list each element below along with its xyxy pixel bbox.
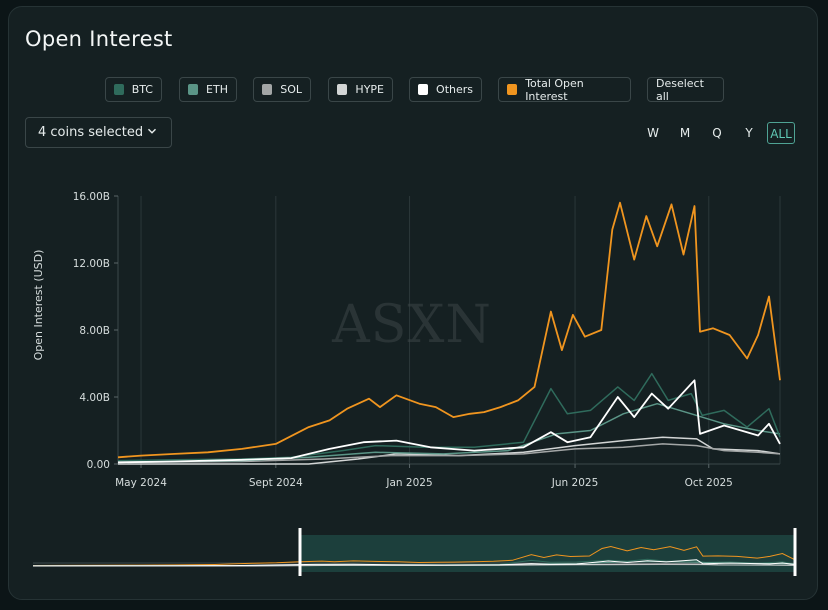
open-interest-chart: ASXN 16.00B 12.00B 8.00B 4.00B 0.00 May 2024… [32,191,797,576]
series-line-eth [117,402,781,464]
series-line-others [117,379,781,464]
y-tick-label: 8.00B [79,325,110,337]
y-axis-label: Open Interest (USD) [32,250,45,361]
navigator-right-handle[interactable] [793,528,797,576]
y-tick-label: 4.00B [79,392,110,404]
watermark: ASXN [331,295,492,355]
range-navigator[interactable] [32,528,797,576]
y-tick-label: 0.00 [87,459,110,471]
x-tick-label: Jan 2025 [385,477,432,489]
series-line-btc [117,372,781,462]
x-tick-label: Oct 2025 [685,477,733,489]
x-tick-label: Jun 2025 [551,477,598,489]
x-axis: May 2024 Sept 2024 Jan 2025 Jun 2025 Oct 202… [115,463,780,489]
navigator-left-handle[interactable] [298,528,302,576]
x-tick-label: Sept 2024 [249,477,303,489]
y-axis: 16.00B 12.00B 8.00B 4.00B 0.00 [73,191,119,471]
y-tick-label: 16.00B [73,191,110,203]
y-tick-label: 12.00B [73,258,110,270]
x-tick-label: May 2024 [115,477,167,489]
navigator-selection [300,535,795,572]
